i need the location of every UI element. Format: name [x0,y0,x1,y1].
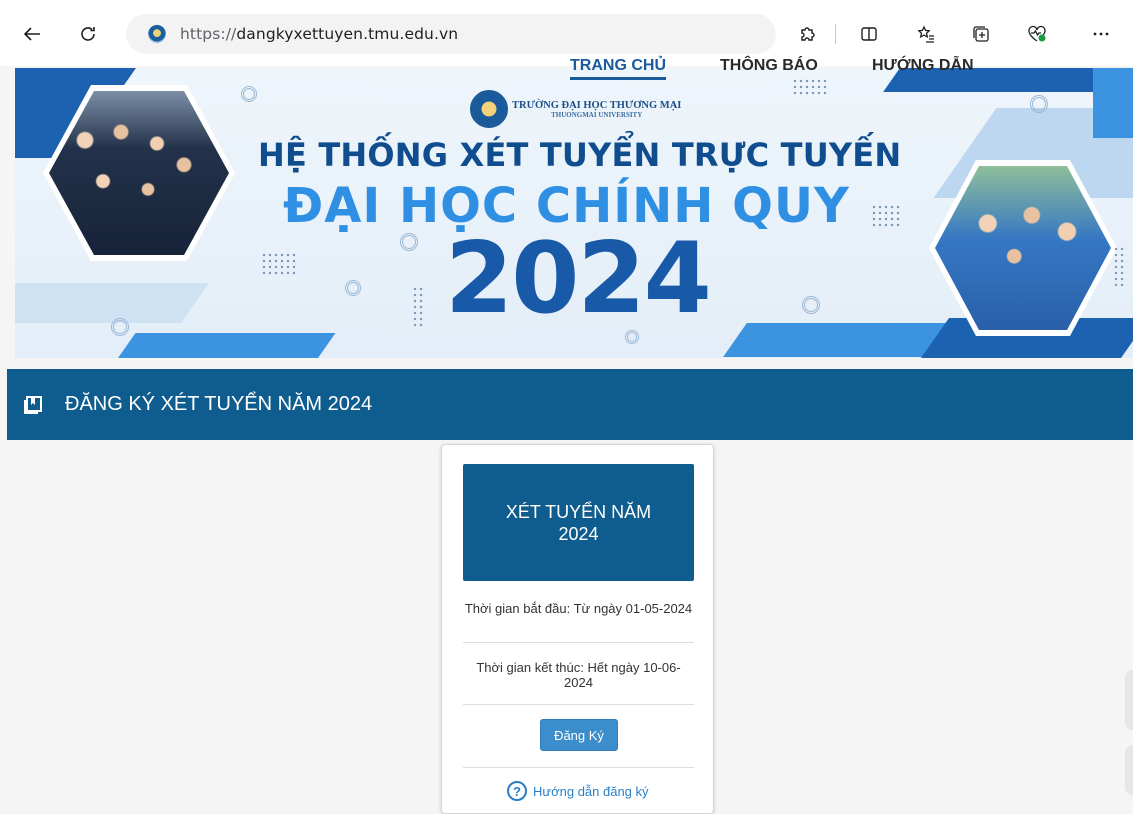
banner-decoration [792,78,828,96]
section-title: ĐĂNG KÝ XÉT TUYỂN NĂM 2024 [65,393,373,415]
start-date-text: Thời gian bắt đầu: Từ ngày 01-05-2024 [464,601,693,616]
banner-decoration [345,280,361,296]
university-logo: TRƯỜNG ĐẠI HỌC THƯƠNG MẠI THUONGMAI UNIV… [470,90,681,128]
banner-decoration [400,233,418,251]
split-screen-icon [861,27,877,41]
url-text: https://dangkyxettuyen.tmu.edu.vn [180,25,459,43]
side-panel-handle[interactable] [1125,745,1133,795]
banner-decoration [802,296,820,314]
more-options-button[interactable] [1085,16,1117,52]
split-screen-button[interactable] [853,16,885,52]
registration-guide-link[interactable]: ? Hướng dẫn đăng ký [507,781,649,801]
university-seal-icon [470,90,508,128]
nav-item-announcements[interactable]: THÔNG BÁO [720,57,818,75]
section-header: ĐĂNG KÝ XÉT TUYỂN NĂM 2024 [7,369,1133,440]
banner-decoration [261,252,297,276]
divider [463,767,694,768]
extensions-button[interactable] [791,16,823,52]
banner-headline: HỆ THỐNG XÉT TUYỂN TRỰC TUYẾN [258,136,902,174]
card-title: XÉT TUYỂN NĂM 2024 [505,501,652,544]
end-date-text: Thời gian kết thúc: Hết ngày 10-06-2024 [476,660,681,690]
back-arrow-icon [23,27,40,41]
refresh-button[interactable] [72,16,104,52]
back-button[interactable] [16,16,48,52]
ellipsis-icon [1093,32,1109,36]
card-header: XÉT TUYỂN NĂM 2024 [463,464,694,581]
address-bar[interactable]: https://dangkyxettuyen.tmu.edu.vn [126,14,776,54]
toolbar-divider [835,24,836,44]
banner-decoration [1113,246,1127,286]
banner-decoration [723,323,947,357]
side-panel-handle[interactable] [1125,670,1133,730]
divider [463,642,694,643]
logo-name: TRƯỜNG ĐẠI HỌC THƯƠNG MẠI [512,99,682,111]
banner-decoration [241,86,257,102]
banner-decoration [871,204,901,228]
browser-essentials-button[interactable] [1021,16,1053,52]
banner-decoration [15,283,210,323]
banner-decoration [111,318,129,336]
bookmark-book-icon [24,395,42,414]
banner-decoration [114,333,336,358]
favorites-button[interactable] [910,16,942,52]
collections-button[interactable] [965,16,997,52]
registration-guide-label: Hướng dẫn đăng ký [533,783,649,799]
banner-decoration [1030,95,1048,113]
register-button[interactable]: Đăng Ký [540,719,618,751]
nav-item-guide[interactable]: HƯỚNG DẪN [872,57,974,75]
logo-subname: THUONGMAI UNIVERSITY [551,110,643,119]
heart-pulse-icon [1028,25,1046,42]
nav-item-home[interactable]: TRANG CHỦ [570,57,666,80]
divider [463,704,694,705]
puzzle-icon [801,27,815,41]
banner-year: 2024 [445,222,712,336]
refresh-icon [81,27,95,41]
collections-icon [973,26,989,42]
admission-card: XÉT TUYỂN NĂM 2024 Thời gian bắt đầu: Từ… [441,444,714,814]
hero-banner: TRƯỜNG ĐẠI HỌC THƯƠNG MẠI THUONGMAI UNIV… [15,68,1133,358]
main-nav: TRANG CHỦ THÔNG BÁO HƯỚNG DẪN [0,57,1133,80]
star-list-icon [917,25,934,43]
site-favicon-icon [148,25,166,43]
banner-decoration [412,286,424,328]
question-circle-icon: ? [507,781,527,801]
